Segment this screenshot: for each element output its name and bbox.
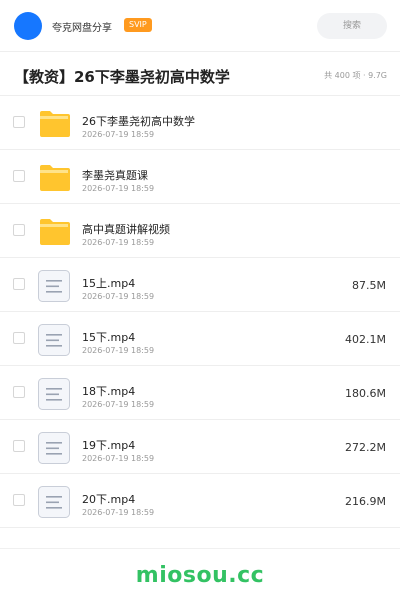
select-checkbox[interactable] [13,332,25,344]
page-title: 【教资】26下李墨尧初高中数学 [14,68,230,86]
folder-icon [38,162,70,192]
file-icon [38,324,70,356]
file-row[interactable]: 19下.mp4 2026-07-19 18:59 272.2M [0,420,400,474]
file-date: 2026-07-19 18:59 [82,238,155,247]
file-size: 180.6M [345,387,386,400]
file-row[interactable]: 26下李墨尧初高中数学 2026-07-19 18:59 [0,96,400,150]
select-checkbox[interactable] [13,494,25,506]
select-checkbox[interactable] [13,278,25,290]
file-name: 李墨尧真题课 [82,169,148,182]
file-date: 2026-07-19 18:59 [82,292,155,301]
file-name: 15上.mp4 [82,277,136,290]
file-name: 26下李墨尧初高中数学 [82,115,195,128]
watermark: miosou.cc [135,563,265,588]
file-name: 19下.mp4 [82,439,136,452]
file-icon [38,486,70,518]
site-name: 夸克网盘分享 [52,23,112,34]
file-list: 26下李墨尧初高中数学 2026-07-19 18:59 李墨尧真题课 2026-07… [0,96,400,528]
file-icon [38,378,70,410]
share-title-bar: 【教资】26下李墨尧初高中数学 共 400 项 · 9.7G [0,52,400,96]
file-date: 2026-07-19 18:59 [82,346,155,355]
file-name: 高中真题讲解视频 [82,223,170,236]
select-checkbox[interactable] [13,386,25,398]
share-meta: 共 400 项 · 9.7G [324,71,387,80]
file-date: 2026-07-19 18:59 [82,508,155,517]
avatar[interactable] [14,12,42,40]
file-row[interactable]: 李墨尧真题课 2026-07-19 18:59 [0,150,400,204]
folder-icon [38,216,70,246]
select-checkbox[interactable] [13,170,25,182]
svip-badge[interactable]: SVIP [124,18,152,32]
file-row[interactable]: 18下.mp4 2026-07-19 18:59 180.6M [0,366,400,420]
file-date: 2026-07-19 18:59 [82,130,155,139]
file-size: 87.5M [352,279,386,292]
file-row[interactable]: 高中真题讲解视频 2026-07-19 18:59 [0,204,400,258]
select-checkbox[interactable] [13,116,25,128]
file-icon [38,432,70,464]
file-row[interactable]: 15上.mp4 2026-07-19 18:59 87.5M [0,258,400,312]
file-date: 2026-07-19 18:59 [82,184,155,193]
top-bar: 夸克网盘分享 SVIP 搜索 [0,0,400,52]
search-button[interactable]: 搜索 [317,13,387,39]
file-size: 402.1M [345,333,386,346]
file-size: 216.9M [345,495,386,508]
select-checkbox[interactable] [13,224,25,236]
file-name: 18下.mp4 [82,385,136,398]
file-date: 2026-07-19 18:59 [82,400,155,409]
file-size: 272.2M [345,441,386,454]
file-icon [38,270,70,302]
footer: miosou.cc [0,548,400,600]
select-checkbox[interactable] [13,440,25,452]
file-row[interactable]: 15下.mp4 2026-07-19 18:59 402.1M [0,312,400,366]
file-name: 20下.mp4 [82,493,136,506]
file-name: 15下.mp4 [82,331,136,344]
file-date: 2026-07-19 18:59 [82,454,155,463]
file-row[interactable]: 20下.mp4 2026-07-19 18:59 216.9M [0,474,400,528]
folder-icon [38,108,70,138]
